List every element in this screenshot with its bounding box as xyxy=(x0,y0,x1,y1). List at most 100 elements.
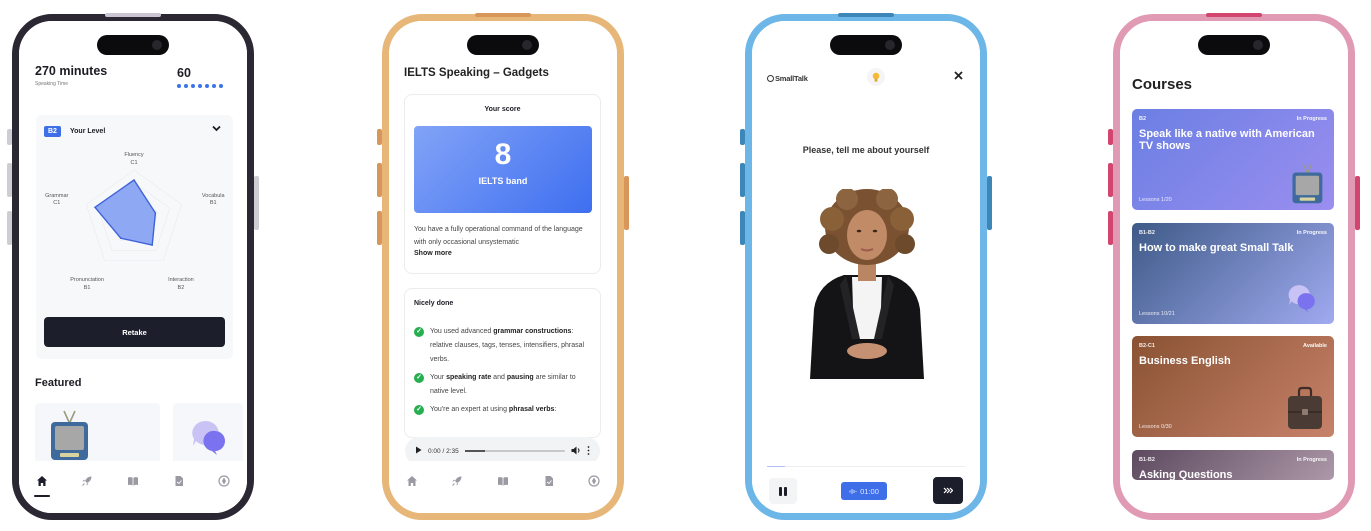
course-level: B1-B2 xyxy=(1139,457,1155,463)
radar-point-fluency xyxy=(133,179,135,181)
home-icon xyxy=(406,476,417,486)
course-status: In Progress xyxy=(1296,116,1327,122)
showcase-stage: 270 minutes Speaking Time 60 B2 Your Lev… xyxy=(0,0,1371,531)
course-card[interactable]: B2 In Progress Speak like a native with … xyxy=(1132,109,1334,210)
course-card[interactable]: B1-B2 In Progress Asking Questions xyxy=(1132,450,1334,480)
book-icon xyxy=(497,477,508,486)
streak-dot xyxy=(191,84,195,88)
ielts-screen: IELTS Speaking – Gadgets Your score 8 IE… xyxy=(389,21,617,513)
phone-side-button xyxy=(987,176,992,230)
phone-side-button xyxy=(7,129,12,145)
course-card[interactable]: B2-C1 Available Business English Lessons… xyxy=(1132,336,1334,437)
streak-dot xyxy=(219,84,223,88)
nav-item-rocket[interactable] xyxy=(445,475,469,499)
radar-axis-level: C1 xyxy=(130,159,138,166)
phone-top-button xyxy=(1206,13,1262,17)
play-icon[interactable] xyxy=(415,446,422,456)
streak-value: 60 xyxy=(177,66,191,80)
page-title: IELTS Speaking – Gadgets xyxy=(404,67,549,79)
nav-item-home[interactable] xyxy=(30,475,54,499)
brand-name: SmallTalk xyxy=(775,74,808,83)
phone-courses: Courses B2 In Progress Speak like a nati… xyxy=(1108,13,1360,520)
course-card[interactable]: B1-B2 In Progress How to make great Smal… xyxy=(1132,223,1334,324)
course-title: Asking Questions xyxy=(1139,469,1233,480)
chevron-down-icon[interactable] xyxy=(212,124,221,134)
check-circle-icon: ✓ xyxy=(414,373,424,383)
feedback-item: ✓ You're an expert at using phrasal verbs… xyxy=(414,403,596,417)
rocket-icon xyxy=(82,476,92,486)
lightbulb-icon[interactable] xyxy=(867,68,885,86)
book-icon xyxy=(127,477,138,486)
feedback-title: Nicely done xyxy=(414,300,454,307)
nav-item-home[interactable] xyxy=(400,475,424,499)
speaking-time-label: Speaking Time xyxy=(35,81,69,87)
radar-axis-name: Fluency xyxy=(124,152,144,158)
score-unit: IELTS band xyxy=(478,176,528,186)
close-icon[interactable] xyxy=(954,71,963,83)
speaking-minutes: 270 minutes xyxy=(35,64,108,78)
radar-axis-name: Interaction xyxy=(168,277,194,284)
course-level: B2 xyxy=(1139,116,1147,122)
document-icon xyxy=(175,476,183,486)
phone-side-button xyxy=(7,163,12,197)
course-status: Available xyxy=(1303,343,1327,349)
dynamic-island xyxy=(1198,35,1270,55)
phone-side-button xyxy=(377,129,382,145)
radar-axis-name: Vocabula xyxy=(201,192,225,199)
streak-dots xyxy=(177,84,223,88)
dynamic-island xyxy=(97,35,169,55)
bottom-nav xyxy=(389,461,617,513)
feedback-card: Nicely done ✓ You used advanced grammar c… xyxy=(404,288,601,438)
globe-icon xyxy=(218,475,230,487)
volume-icon[interactable] xyxy=(571,446,581,457)
phone-ielts: IELTS Speaking – Gadgets Your score 8 IE… xyxy=(377,13,629,520)
retake-button[interactable]: Retake xyxy=(44,317,225,347)
streak-dot xyxy=(198,84,202,88)
phone-side-button xyxy=(740,211,745,245)
pause-button[interactable] xyxy=(769,478,797,504)
more-options-icon[interactable] xyxy=(587,445,590,457)
bottom-nav xyxy=(19,461,247,513)
nav-item-book[interactable] xyxy=(491,475,515,499)
radar-label-pronunciation: Pronunciation B1 xyxy=(47,277,127,292)
waveform-icon xyxy=(849,488,857,494)
nav-item-book[interactable] xyxy=(121,475,145,499)
home-icon xyxy=(36,476,47,486)
score-description: You have a fully operational command of … xyxy=(414,226,583,246)
streak-dot xyxy=(212,84,216,88)
document-icon xyxy=(545,476,553,486)
radar-label-grammar: Grammar C1 xyxy=(19,193,97,208)
radar-point-vocabulary xyxy=(154,212,157,214)
nav-item-globe[interactable] xyxy=(212,475,236,499)
score-value: 8 xyxy=(494,138,512,171)
logo-icon xyxy=(767,75,774,82)
course-status: In Progress xyxy=(1296,457,1327,463)
home-screen: 270 minutes Speaking Time 60 B2 Your Lev… xyxy=(19,21,247,513)
timer-value: 01:00 xyxy=(860,486,879,496)
streak-dot xyxy=(205,84,209,88)
nav-item-document[interactable] xyxy=(537,475,561,499)
nav-item-rocket[interactable] xyxy=(75,475,99,499)
nav-item-document[interactable] xyxy=(167,475,191,499)
phone-top-button xyxy=(105,13,161,17)
show-more-link[interactable]: Show more xyxy=(414,250,452,257)
course-lessons: Lessons 1/20 xyxy=(1139,197,1172,203)
phone-home: 270 minutes Speaking Time 60 B2 Your Lev… xyxy=(7,13,259,520)
scroll-fade xyxy=(1120,480,1348,513)
skip-button[interactable] xyxy=(933,477,963,504)
skip-forward-icon xyxy=(943,487,953,494)
radar-axis-level: B1 xyxy=(209,200,217,207)
conversation-prompt: Please, tell me about yourself xyxy=(802,145,930,155)
check-circle-icon: ✓ xyxy=(414,327,424,337)
audio-seek-bar[interactable] xyxy=(464,450,565,452)
score-card: Your score 8 IELTS band You have a fully… xyxy=(404,94,601,274)
tv-icon xyxy=(51,410,88,460)
record-timer[interactable]: 01:00 xyxy=(841,482,887,500)
globe-icon xyxy=(588,475,600,487)
phone-side-button xyxy=(1108,211,1113,245)
featured-heading: Featured xyxy=(35,377,82,389)
audio-time: 0:00 / 2:35 xyxy=(428,447,459,455)
course-lessons: Lessons 0/30 xyxy=(1139,424,1172,430)
nav-item-globe[interactable] xyxy=(582,475,606,499)
briefcase-icon xyxy=(1288,386,1322,429)
